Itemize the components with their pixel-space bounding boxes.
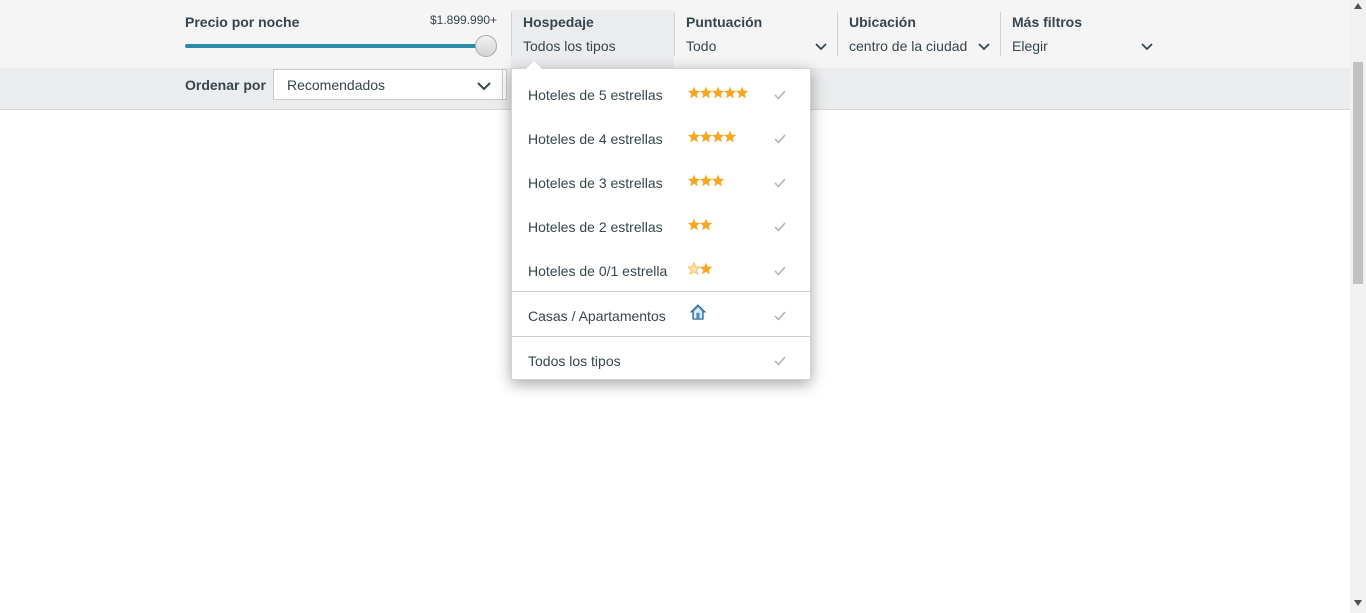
dropdown-option-5-stars[interactable]: Hoteles de 5 estrellas bbox=[512, 71, 810, 115]
check-icon bbox=[774, 90, 786, 100]
check-icon bbox=[774, 311, 786, 321]
chevron-down-icon bbox=[815, 43, 827, 51]
hospedaje-filter-value: Todos los tipos bbox=[523, 38, 616, 54]
mas-filtros-title: Más filtros bbox=[1012, 14, 1083, 30]
scroll-down-arrow-icon[interactable] bbox=[1354, 600, 1362, 606]
star-icon bbox=[688, 86, 749, 99]
check-icon bbox=[774, 222, 786, 232]
dropdown-caret bbox=[526, 61, 542, 69]
price-slider-track[interactable] bbox=[185, 44, 485, 48]
hospedaje-dropdown: Hoteles de 5 estrellas Hoteles de 4 estr… bbox=[511, 61, 811, 381]
puntuacion-filter-title: Puntuación bbox=[686, 14, 763, 30]
house-icon bbox=[689, 304, 707, 320]
sort-adjacent-control[interactable] bbox=[503, 69, 507, 100]
sort-select-value: Recomendados bbox=[287, 77, 386, 93]
dropdown-option-2-stars[interactable]: Hoteles de 2 estrellas bbox=[512, 203, 810, 247]
scroll-up-arrow-icon[interactable] bbox=[1354, 3, 1362, 9]
dropdown-option-4-stars[interactable]: Hoteles de 4 estrellas bbox=[512, 115, 810, 159]
filter-bar: Precio por noche $1.899.990+ Hospedaje T… bbox=[0, 0, 1350, 68]
star-icon bbox=[688, 218, 713, 231]
sort-label: Ordenar por bbox=[185, 77, 266, 93]
check-icon bbox=[774, 356, 786, 366]
dropdown-option-0-1-stars[interactable]: Hoteles de 0/1 estrella bbox=[512, 247, 810, 291]
star-icon bbox=[688, 174, 725, 187]
dropdown-option-3-stars[interactable]: Hoteles de 3 estrellas bbox=[512, 159, 810, 203]
chevron-down-icon bbox=[978, 43, 990, 51]
puntuacion-filter-value: Todo bbox=[686, 38, 717, 54]
price-slider-handle[interactable] bbox=[475, 35, 497, 57]
dropdown-option-todos-los-tipos[interactable]: Todos los tipos bbox=[512, 337, 810, 381]
option-label: Hoteles de 4 estrellas bbox=[528, 131, 663, 147]
price-max-label: $1.899.990+ bbox=[430, 13, 498, 27]
chevron-down-icon bbox=[477, 82, 491, 91]
option-label: Todos los tipos bbox=[528, 353, 621, 369]
option-label: Hoteles de 2 estrellas bbox=[528, 219, 663, 235]
hospedaje-filter[interactable]: Hospedaje Todos los tipos bbox=[511, 0, 674, 68]
ubicacion-filter-title: Ubicación bbox=[849, 14, 916, 30]
puntuacion-filter[interactable]: Puntuación Todo bbox=[674, 0, 837, 68]
check-icon bbox=[774, 266, 786, 276]
option-label: Casas / Apartamentos bbox=[528, 308, 666, 324]
chevron-down-icon bbox=[1141, 43, 1153, 51]
mas-filtros-filter[interactable]: Más filtros Elegir bbox=[1000, 0, 1163, 68]
scrollbar-thumb[interactable] bbox=[1353, 62, 1363, 284]
price-filter-title: Precio por noche bbox=[185, 14, 300, 30]
option-label: Hoteles de 3 estrellas bbox=[528, 175, 663, 191]
check-icon bbox=[774, 178, 786, 188]
star-icon bbox=[688, 130, 737, 143]
ubicacion-filter-value: centro de la ciudad bbox=[849, 38, 968, 54]
option-label: Hoteles de 5 estrellas bbox=[528, 87, 663, 103]
star-icon bbox=[688, 261, 713, 275]
option-label: Hoteles de 0/1 estrella bbox=[528, 263, 668, 279]
hospedaje-filter-title: Hospedaje bbox=[523, 14, 594, 30]
check-icon bbox=[774, 134, 786, 144]
mas-filtros-value: Elegir bbox=[1012, 38, 1048, 54]
vertical-scrollbar[interactable] bbox=[1350, 0, 1366, 613]
ubicacion-filter[interactable]: Ubicación centro de la ciudad bbox=[837, 0, 1000, 68]
dropdown-option-casas-apartamentos[interactable]: Casas / Apartamentos bbox=[512, 292, 810, 336]
sort-select[interactable]: Recomendados bbox=[273, 69, 503, 100]
